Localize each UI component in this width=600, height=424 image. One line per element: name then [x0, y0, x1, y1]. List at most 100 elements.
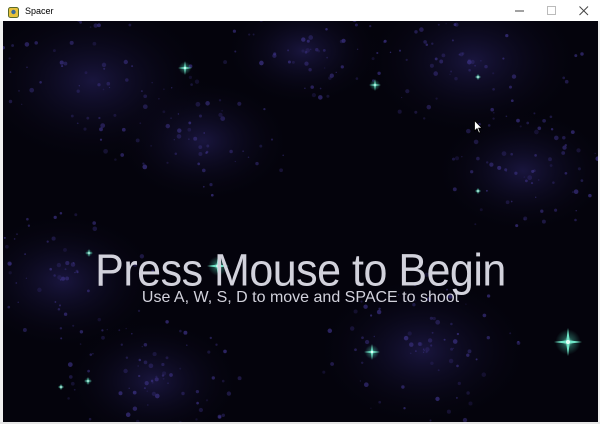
- space-dust: [574, 54, 578, 58]
- space-dust: [431, 42, 434, 45]
- space-dust: [132, 391, 135, 394]
- space-dust: [194, 79, 200, 84]
- space-dust: [537, 179, 540, 181]
- title-bar[interactable]: Spacer: [0, 0, 600, 21]
- space-dust: [74, 213, 78, 217]
- space-dust: [403, 335, 409, 341]
- space-dust: [272, 53, 277, 58]
- space-dust: [493, 111, 495, 114]
- space-dust: [76, 122, 79, 125]
- space-dust: [446, 409, 451, 414]
- space-dust: [326, 56, 328, 59]
- space-dust: [474, 223, 477, 226]
- game-canvas[interactable]: Press Mouse to Begin Use A, W, S, D to m…: [3, 21, 598, 422]
- space-dust: [173, 139, 175, 141]
- space-dust: [422, 348, 425, 351]
- space-dust: [155, 375, 158, 378]
- space-dust: [467, 59, 472, 65]
- space-dust: [461, 52, 465, 55]
- space-dust: [378, 400, 382, 404]
- space-dust: [128, 387, 130, 390]
- space-dust: [482, 313, 487, 318]
- space-dust: [162, 110, 166, 114]
- space-dust: [202, 185, 205, 188]
- space-dust: [577, 167, 581, 171]
- space-dust: [426, 104, 432, 110]
- space-dust: [466, 128, 471, 134]
- space-dust: [454, 156, 460, 161]
- space-dust: [221, 109, 223, 112]
- space-dust: [315, 47, 319, 52]
- space-dust: [138, 358, 142, 362]
- space-dust: [510, 152, 514, 156]
- space-dust: [425, 43, 429, 47]
- space-dust: [140, 90, 143, 93]
- space-dust: [523, 176, 525, 178]
- space-dust: [489, 162, 494, 167]
- space-dust: [533, 112, 536, 115]
- space-dust: [59, 211, 63, 215]
- window-title: Spacer: [25, 5, 54, 16]
- space-dust: [259, 144, 263, 148]
- space-dust: [206, 144, 210, 148]
- space-dust: [534, 129, 539, 135]
- space-dust: [434, 57, 438, 61]
- space-dust: [468, 401, 473, 406]
- space-dust: [400, 96, 403, 99]
- space-dust: [59, 60, 64, 65]
- minimize-icon[interactable]: [504, 0, 536, 21]
- starfield-background: [3, 21, 598, 422]
- space-dust: [398, 49, 402, 52]
- space-dust: [414, 110, 418, 114]
- space-dust: [259, 60, 264, 66]
- space-dust: [541, 219, 546, 224]
- space-dust: [510, 200, 513, 203]
- space-dust: [534, 154, 537, 157]
- space-dust: [363, 382, 369, 388]
- space-dust: [452, 347, 455, 350]
- space-dust: [492, 87, 495, 91]
- space-dust: [120, 343, 123, 346]
- space-dust: [523, 218, 526, 221]
- space-dust: [423, 349, 425, 352]
- space-dust: [458, 53, 461, 56]
- space-dust: [573, 189, 579, 195]
- space-dust: [61, 65, 64, 68]
- space-dust: [516, 118, 520, 123]
- maximize-icon[interactable]: [536, 0, 568, 21]
- space-dust: [72, 324, 75, 327]
- space-dust: [397, 109, 402, 114]
- space-dust: [355, 77, 359, 80]
- space-dust: [101, 335, 105, 340]
- space-dust: [171, 87, 173, 89]
- space-dust: [209, 336, 212, 340]
- space-dust: [476, 156, 480, 161]
- space-dust: [138, 374, 141, 378]
- space-dust: [287, 49, 290, 52]
- space-dust: [103, 67, 106, 70]
- space-dust: [154, 377, 159, 382]
- space-dust: [100, 123, 106, 128]
- space-dust: [131, 332, 133, 335]
- space-dust: [340, 65, 344, 69]
- space-dust: [382, 40, 386, 44]
- space-dust: [144, 380, 149, 386]
- space-dust: [128, 23, 132, 27]
- space-dust: [87, 369, 90, 373]
- space-dust: [79, 343, 82, 345]
- space-dust: [430, 361, 434, 366]
- space-dust: [549, 164, 553, 167]
- space-dust: [429, 316, 434, 320]
- space-dust: [519, 125, 522, 128]
- space-dust: [53, 215, 57, 220]
- space-dust: [419, 27, 424, 32]
- space-dust: [356, 48, 359, 50]
- space-dust: [456, 332, 460, 336]
- space-dust: [535, 196, 537, 198]
- space-dust: [467, 349, 472, 354]
- close-icon[interactable]: [568, 0, 600, 21]
- space-dust: [234, 50, 237, 53]
- space-dust: [405, 89, 410, 94]
- space-dust: [376, 51, 379, 55]
- space-dust: [335, 71, 337, 74]
